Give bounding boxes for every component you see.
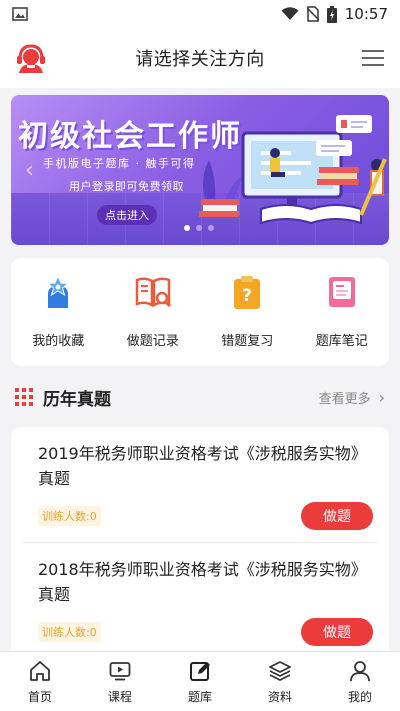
nav-label: 我的 xyxy=(347,690,372,704)
nav-item-home[interactable]: 首页 xyxy=(0,652,80,711)
practice-button[interactable]: 做题 xyxy=(301,502,373,530)
banner-title: 初级社会工作师 xyxy=(18,119,242,154)
nav-item-question-bank[interactable]: 题库 xyxy=(160,652,240,711)
video-play-icon xyxy=(109,662,131,681)
question-clipboard-icon: ? xyxy=(234,276,261,309)
banner-subtitle-2: 用户登录即可免费领取 xyxy=(69,180,184,193)
nav-item-courses[interactable]: 课程 xyxy=(80,652,160,711)
exam-title: 2019年税务师职业资格考试《涉税服务实物》真题 xyxy=(38,444,367,488)
exam-list-item[interactable]: 2019年税务师职业资格考试《涉税服务实物》真题 训练人数:0 做题 xyxy=(23,427,377,543)
quick-actions: 我的收藏 做题记录 ? 错题复习 题库笔记 xyxy=(11,258,389,366)
customer-service-icon[interactable] xyxy=(15,42,47,74)
status-time: 10:57 xyxy=(344,5,388,23)
nav-item-mine[interactable]: 我的 xyxy=(320,652,400,711)
bottom-nav: 首页 课程 题库 资料 我的 xyxy=(0,651,400,711)
carousel-dot[interactable] xyxy=(208,225,214,231)
exam-list-item[interactable]: 2018年税务师职业资格考试《涉税服务实物》真题 训练人数:0 做题 xyxy=(23,543,377,651)
exam-trainee-count: 训练人数:0 xyxy=(38,622,101,642)
user-icon xyxy=(350,661,370,682)
page-title: 请选择关注方向 xyxy=(135,49,265,70)
menu-icon[interactable] xyxy=(362,49,384,67)
carousel-dot[interactable] xyxy=(184,225,190,231)
exam-title: 2018年税务师职业资格考试《涉税服务实物》真题 xyxy=(38,560,367,604)
carousel-indicator xyxy=(184,225,214,231)
no-sim-icon xyxy=(306,6,319,22)
grid-icon xyxy=(15,388,33,406)
quick-action-wrong-review[interactable]: ? 错题复习 xyxy=(200,258,295,366)
nav-label: 题库 xyxy=(187,690,212,704)
nav-item-materials[interactable]: 资料 xyxy=(240,652,320,711)
exam-trainee-count: 训练人数:0 xyxy=(38,506,101,526)
section-title: 历年真题 xyxy=(43,389,111,410)
edit-pen-icon xyxy=(190,662,210,681)
chevron-left-icon[interactable]: ‹ xyxy=(25,158,34,183)
carousel-dot[interactable] xyxy=(196,225,202,231)
banner-enter-button[interactable]: 点击进入 xyxy=(97,205,157,225)
svg-text:?: ? xyxy=(242,286,252,306)
home-icon xyxy=(30,661,50,681)
quick-action-label: 题库笔记 xyxy=(315,334,368,349)
status-bar: 10:57 xyxy=(0,0,400,28)
wifi-icon xyxy=(281,7,299,20)
quick-action-label: 做题记录 xyxy=(126,334,179,349)
notebook-icon xyxy=(328,277,355,307)
banner-subtitle: 手机版电子题库 · 触手可得 xyxy=(43,157,196,170)
chevron-right-icon[interactable]: › xyxy=(379,388,385,407)
quick-action-history[interactable]: 做题记录 xyxy=(106,258,201,366)
view-more-link[interactable]: 查看更多 xyxy=(319,388,371,407)
nav-label: 资料 xyxy=(267,690,292,704)
section-header: 历年真题 查看更多 › xyxy=(11,382,389,412)
nav-label: 课程 xyxy=(107,690,132,704)
quick-action-label: 错题复习 xyxy=(221,334,274,349)
app-header: 请选择关注方向 xyxy=(0,28,400,88)
practice-button[interactable]: 做题 xyxy=(301,618,373,646)
promo-banner[interactable]: 初级社会工作师 手机版电子题库 · 触手可得 用户登录即可免费领取 点击进入 ‹ xyxy=(11,95,389,245)
favorite-star-icon xyxy=(46,274,70,308)
quick-action-label: 我的收藏 xyxy=(32,334,85,349)
quick-action-notes[interactable]: 题库笔记 xyxy=(295,258,390,366)
exam-list: 2019年税务师职业资格考试《涉税服务实物》真题 训练人数:0 做题 2018年… xyxy=(11,427,389,651)
quick-action-favorites[interactable]: 我的收藏 xyxy=(11,258,106,366)
nav-label: 首页 xyxy=(27,690,52,704)
book-search-icon xyxy=(135,277,171,308)
battery-charging-icon xyxy=(326,5,337,23)
layers-icon xyxy=(269,661,291,681)
image-notification-icon xyxy=(12,7,28,21)
